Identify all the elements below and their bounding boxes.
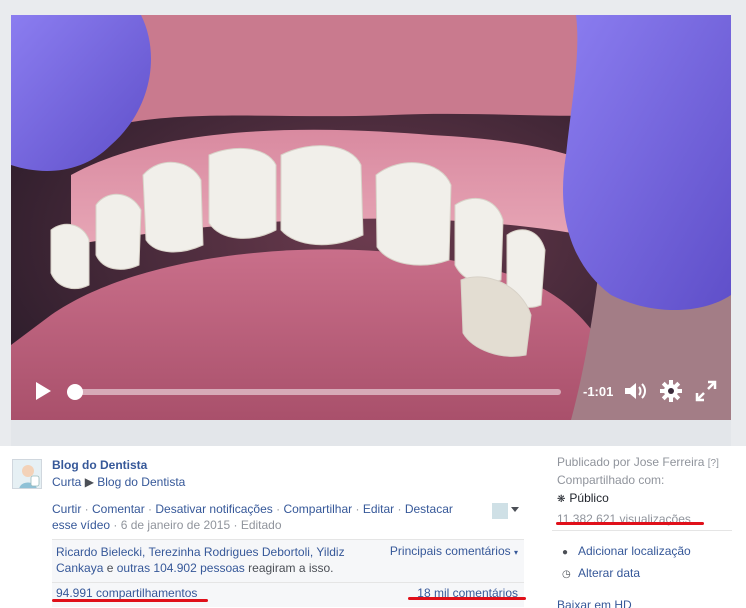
video-scrubber-knob[interactable] xyxy=(67,384,83,400)
post-actions: Curtir · Comentar · Desativar notificaçõ… xyxy=(52,502,453,532)
curta-line: Curta ▶ Blog do Dentista xyxy=(52,475,185,489)
video-controls: -1:01 xyxy=(11,366,731,420)
post-sidebar: Publicado por Jose Ferreira [?] Comparti… xyxy=(557,454,737,527)
time-remaining: -1:01 xyxy=(583,384,614,399)
annotation-underline-shares xyxy=(52,599,208,602)
page-avatar[interactable] xyxy=(12,459,42,489)
arrow-icon: ▶ xyxy=(84,475,94,489)
annotation-underline-comments xyxy=(408,597,526,600)
others-link[interactable]: outras 104.902 pessoas xyxy=(117,561,245,575)
curta-target-link[interactable]: Blog do Dentista xyxy=(97,475,185,489)
video-frame-teeth xyxy=(11,15,731,420)
dentist-logo-icon xyxy=(13,460,41,488)
post-as-avatar[interactable] xyxy=(492,503,508,519)
download-hd-link[interactable]: Baixar em HD xyxy=(557,598,632,608)
shared-with-label: Compartilhado com: xyxy=(557,473,665,487)
caret-down-icon: ▾ xyxy=(513,548,518,557)
video-bottom-bar xyxy=(11,420,731,446)
comment-link[interactable]: Comentar xyxy=(92,502,145,516)
volume-icon[interactable] xyxy=(623,379,649,403)
globe-icon: ❋ xyxy=(557,494,566,505)
play-icon[interactable] xyxy=(33,380,53,402)
help-link[interactable]: [?] xyxy=(708,458,719,469)
curta-link[interactable]: Curta xyxy=(52,475,81,489)
disable-notifications-link[interactable]: Desativar notificações xyxy=(155,502,272,516)
location-pin-icon: ● xyxy=(562,547,569,558)
top-comments-dropdown[interactable]: Principais comentários ▾ xyxy=(390,544,518,558)
published-by: Publicado por Jose Ferreira xyxy=(557,455,705,469)
video-player[interactable]: -1:01 xyxy=(11,15,731,420)
add-location-link[interactable]: ● Adicionar localização xyxy=(562,544,691,558)
video-progress-bar[interactable] xyxy=(67,384,561,400)
reaction-summary: Ricardo Bielecki, Terezinha Rodrigues De… xyxy=(56,545,345,575)
edit-link[interactable]: Editar xyxy=(363,502,394,516)
share-link[interactable]: Compartilhar xyxy=(283,502,352,516)
chevron-down-icon[interactable] xyxy=(511,507,519,512)
post-panel: Blog do Dentista Curta ▶ Blog do Dentist… xyxy=(0,446,746,608)
clock-icon: ◷ xyxy=(562,569,571,580)
page-name-link[interactable]: Blog do Dentista xyxy=(52,458,147,472)
edited-label: Editado xyxy=(240,518,282,532)
change-date-link[interactable]: ◷ Alterar data xyxy=(562,566,640,580)
divider xyxy=(552,530,732,531)
annotation-underline-views xyxy=(556,522,704,525)
divider xyxy=(52,582,524,583)
gear-icon[interactable] xyxy=(659,378,683,404)
fullscreen-icon[interactable] xyxy=(694,378,718,404)
post-date-link[interactable]: 6 de janeiro de 2015 xyxy=(121,518,230,532)
shares-count-link[interactable]: 94.991 compartilhamentos xyxy=(56,586,197,600)
like-link[interactable]: Curtir xyxy=(52,502,81,516)
audience-selector[interactable]: ❋ Público xyxy=(557,490,737,508)
